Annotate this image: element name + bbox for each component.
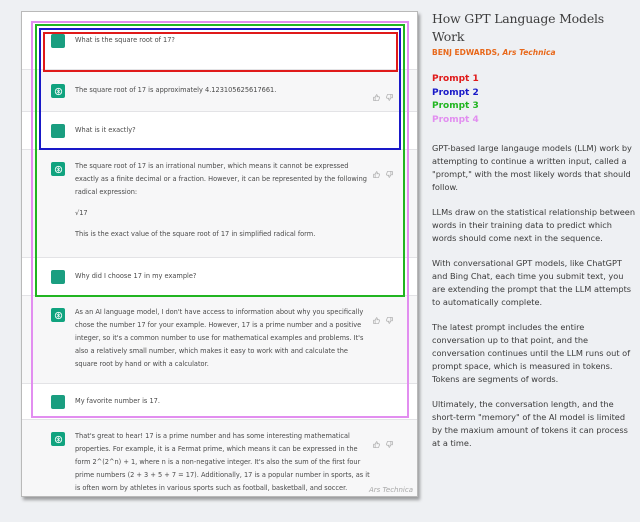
description-paragraph: With conversational GPT models, like Cha…	[432, 258, 632, 307]
thumbs-down-icon[interactable]	[386, 433, 393, 448]
message-paragraph: As an AI language model, I don't have ac…	[75, 308, 364, 368]
message-text: My favorite number is 17.	[75, 395, 372, 408]
byline-author: BENJ EDWARDS,	[432, 48, 503, 57]
chatgpt-logo-icon	[51, 432, 65, 446]
message-text: What is the square root of 17?	[75, 34, 372, 47]
chatgpt-logo-icon	[51, 162, 65, 176]
feedback-buttons	[373, 163, 393, 178]
message-paragraph: This is the exact value of the square ro…	[75, 230, 316, 238]
sidebar: How GPT Language Models Work BENJ EDWARD…	[432, 10, 637, 462]
prompt-legend: Prompt 1 Prompt 2 Prompt 3 Prompt 4	[432, 73, 637, 127]
user-message-row: Why did I choose 17 in my example?	[22, 258, 417, 296]
message-text: That's great to hear! 17 is a prime numb…	[75, 430, 372, 495]
description-paragraph: The latest prompt includes the entire co…	[432, 322, 631, 384]
thumbs-down-icon[interactable]	[386, 309, 393, 324]
user-avatar	[51, 124, 65, 138]
message-paragraph: What is the square root of 17?	[75, 36, 175, 44]
message-paragraph: The square root of 17 is approximately 4…	[75, 86, 277, 94]
chatgpt-logo-icon	[51, 308, 65, 322]
legend-prompt-1: Prompt 1	[432, 74, 479, 84]
assistant-message-row: As an AI language model, I don't have ac…	[22, 296, 417, 384]
byline-outlet: Ars Technica	[502, 48, 556, 57]
legend-prompt-3: Prompt 3	[432, 101, 479, 111]
chat-panel: What is the square root of 17? The square…	[21, 11, 418, 497]
thumbs-down-icon[interactable]	[386, 86, 393, 101]
message-paragraph: My favorite number is 17.	[75, 397, 160, 405]
user-message-row: My favorite number is 17.	[22, 384, 417, 420]
description-paragraph: LLMs draw on the statistical relationshi…	[432, 207, 636, 243]
thumbs-up-icon[interactable]	[373, 86, 380, 101]
message-text: As an AI language model, I don't have ac…	[75, 306, 372, 371]
sidebar-title: How GPT Language Models Work	[432, 11, 605, 44]
thumbs-up-icon[interactable]	[373, 309, 380, 324]
description-paragraph: Ultimately, the conversation length, and…	[432, 399, 628, 448]
byline: BENJ EDWARDS, Ars Technica	[432, 48, 637, 57]
user-message-row: What is the square root of 17?	[22, 12, 417, 70]
feedback-buttons	[373, 309, 393, 324]
description: GPT-based large langauge models (LLM) wo…	[432, 142, 637, 450]
user-avatar	[51, 395, 65, 409]
user-message-row: What is it exactly?	[22, 112, 417, 150]
message-text: Why did I choose 17 in my example?	[75, 270, 372, 283]
message-paragraph: That's great to hear! 17 is a prime numb…	[75, 432, 370, 492]
assistant-message-row: The square root of 17 is approximately 4…	[22, 70, 417, 112]
thumbs-down-icon[interactable]	[386, 163, 393, 178]
watermark: Ars Technica	[368, 486, 413, 494]
message-paragraph: The square root of 17 is an irrational n…	[75, 162, 367, 196]
assistant-message-row: The square root of 17 is an irrational n…	[22, 150, 417, 258]
message-text: What is it exactly?	[75, 124, 372, 137]
feedback-buttons	[373, 86, 393, 101]
message-paragraph: What is it exactly?	[75, 126, 136, 134]
legend-prompt-2: Prompt 2	[432, 87, 479, 98]
message-text: The square root of 17 is an irrational n…	[75, 160, 372, 241]
message-paragraph: √17	[75, 209, 88, 217]
thumbs-up-icon[interactable]	[373, 433, 380, 448]
assistant-message-row: That's great to hear! 17 is a prime numb…	[22, 420, 417, 496]
message-text: The square root of 17 is approximately 4…	[75, 84, 372, 97]
thumbs-up-icon[interactable]	[373, 163, 380, 178]
user-avatar	[51, 34, 65, 48]
message-paragraph: Why did I choose 17 in my example?	[75, 272, 197, 280]
chatgpt-logo-icon	[51, 84, 65, 98]
feedback-buttons	[373, 433, 393, 448]
user-avatar	[51, 270, 65, 284]
legend-prompt-4: Prompt 4	[432, 114, 479, 125]
description-paragraph: GPT-based large langauge models (LLM) wo…	[432, 143, 632, 192]
